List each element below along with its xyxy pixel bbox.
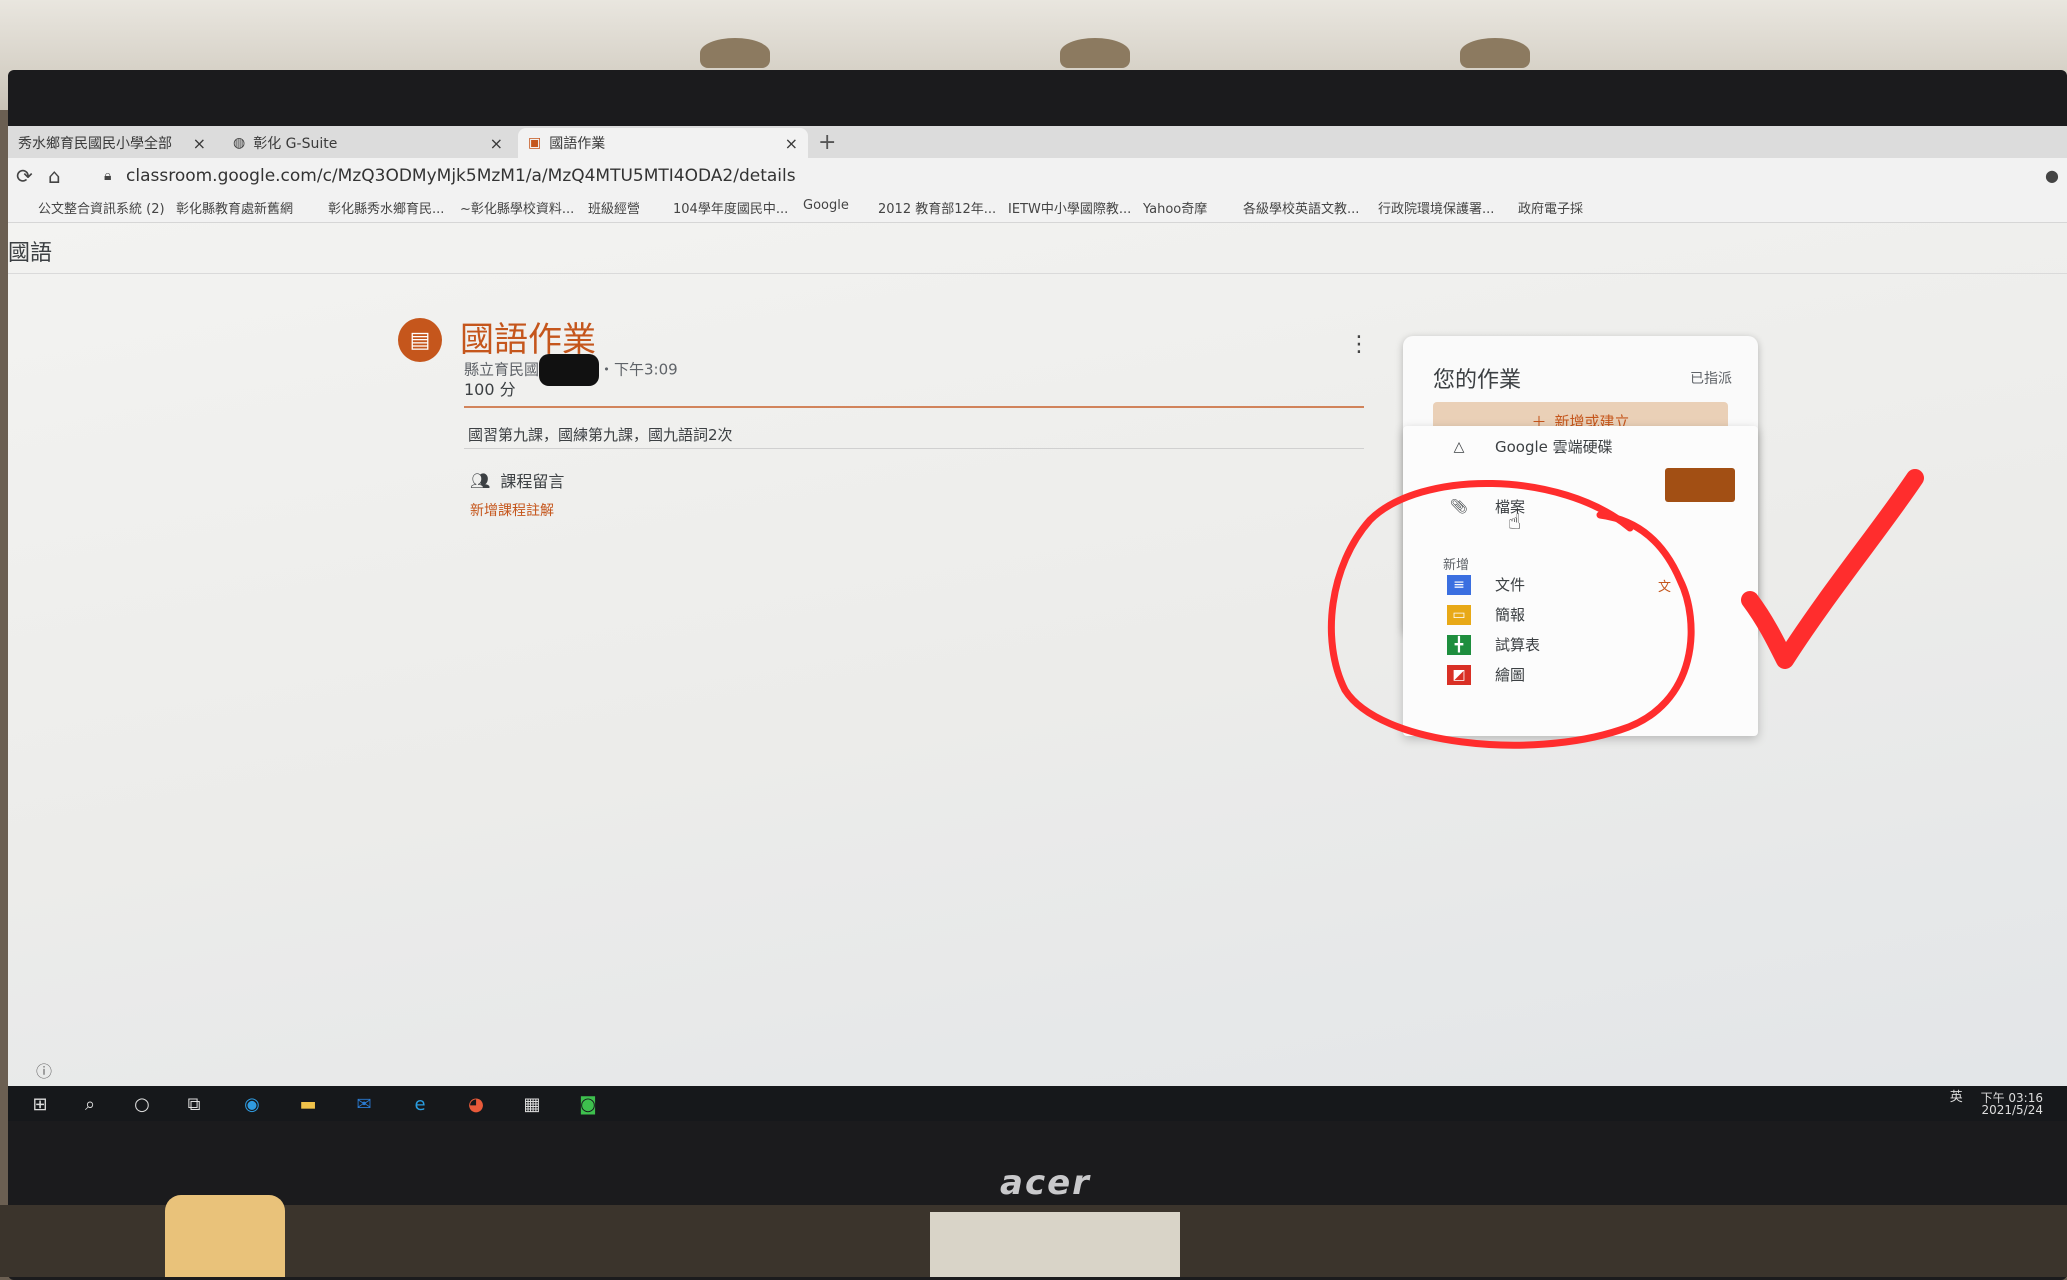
new-tab-button[interactable]: + [818, 130, 836, 155]
tab-label: 國語作業 [549, 136, 606, 152]
lock-icon: 🔒︎ [104, 168, 112, 184]
edge-icon[interactable]: ◉ [240, 1092, 264, 1116]
tab-label: 秀水鄉育民國民小學全部 [18, 136, 172, 152]
ime-indicator[interactable]: 英 [1950, 1090, 1963, 1105]
close-icon[interactable]: × [193, 134, 206, 153]
tab-assignment[interactable]: ▣ 國語作業 × [518, 128, 808, 158]
paper-note [930, 1212, 1180, 1277]
bookmark[interactable]: 彰化縣秀水鄉育民... [328, 198, 444, 217]
cortana-icon[interactable]: ○ [130, 1092, 154, 1116]
menu-item-label: 繪圖 [1495, 666, 1526, 684]
profile-icon[interactable]: ● [2045, 166, 2059, 185]
drawings-icon: ◩ [1447, 664, 1471, 685]
your-work-title: 您的作業 [1433, 368, 1522, 393]
bookmark[interactable]: 班級經營 [588, 198, 640, 217]
mail-icon[interactable]: ✉ [352, 1092, 376, 1116]
menu-item-label: 試算表 [1495, 636, 1541, 654]
class-title[interactable]: 國語 [8, 235, 52, 267]
globe-icon: ◍ [233, 135, 246, 151]
menu-item-label: 簡報 [1495, 606, 1526, 624]
people-icon: 👥︎ [470, 470, 491, 490]
bookmark[interactable]: 行政院環境保護署... [1378, 198, 1494, 217]
assignment-description: 國習第九課，國練第九課，國九語詞2次 [468, 426, 733, 444]
menu-item-label: 文件 [1495, 576, 1526, 594]
add-create-menu: △ Google 雲端硬碟 📎︎ 檔案 新增 文 ≡ 文件 ▭ 簡報 ╋ 試算表… [1403, 426, 1758, 736]
tab-school[interactable]: 秀水鄉育民國民小學全部 × [8, 128, 216, 158]
ceiling-fan [1460, 38, 1530, 68]
bottle [165, 1195, 285, 1277]
tab-label: 彰化 G-Suite [253, 136, 338, 152]
chrome-icon[interactable]: ◕ [464, 1092, 488, 1116]
hand-cursor-icon: ☝︎ [1508, 510, 1522, 535]
menu-item-drawings[interactable]: ◩ 繪圖 [1447, 664, 1525, 685]
search-icon[interactable]: ⌕ [78, 1092, 102, 1116]
bookmark[interactable]: 104學年度國民中... [673, 198, 788, 217]
address-bar: ⟳ ⌂ 🔒︎ classroom.google.com/c/MzQ3ODMyMj… [8, 158, 2067, 192]
ceiling-fan [1060, 38, 1130, 68]
classroom-icon: ▣ [528, 135, 542, 151]
bookmark[interactable]: 政府電子採 [1518, 198, 1583, 217]
menu-section-new: 新增 [1443, 558, 1470, 573]
line-icon[interactable]: ◙ [576, 1092, 600, 1116]
bookmarks-bar: 公文整合資訊系統 (2) 彰化縣教育處新舊網 彰化縣秀水鄉育民... ~彰化縣學… [8, 192, 2067, 223]
comments-label: 課程留言 [500, 472, 565, 491]
screen: 秀水鄉育民國民小學全部 × ◍ 彰化 G-Suite × ▣ 國語作業 × + … [8, 126, 2067, 1121]
drive-icon: △ [1453, 438, 1465, 455]
close-icon[interactable]: × [785, 134, 798, 153]
docs-icon: ≡ [1447, 574, 1471, 595]
menu-item-drive[interactable]: △ Google 雲端硬碟 [1447, 436, 1613, 457]
assignment-time: ・下午3:09 [599, 360, 678, 379]
slides-icon: ▭ [1447, 604, 1471, 625]
ie-icon[interactable]: e [408, 1092, 432, 1116]
tab-gsuite[interactable]: ◍ 彰化 G-Suite × [223, 128, 513, 158]
paperclip-icon: 📎︎ [1450, 498, 1468, 515]
more-options-icon[interactable]: ⋮ [1348, 332, 1370, 357]
bookmark[interactable]: IETW中小學國際教... [1008, 198, 1131, 217]
add-class-comment-link[interactable]: 新增課程註解 [470, 500, 554, 520]
ceiling-fan [700, 38, 770, 68]
home-icon[interactable]: ⌂ [48, 164, 61, 188]
bookmark[interactable]: 2012 教育部12年... [878, 198, 996, 217]
windows-start-icon[interactable]: ⊞ [28, 1092, 52, 1116]
menu-item-sheets[interactable]: ╋ 試算表 [1447, 634, 1540, 655]
monitor-brand: acer [1000, 1163, 1091, 1203]
sheets-icon: ╋ [1447, 634, 1471, 655]
bookmark[interactable]: 公文整合資訊系統 (2) [38, 198, 165, 217]
url-input[interactable]: classroom.google.com/c/MzQ3ODMyMjk5MzM1/… [126, 166, 796, 186]
close-icon[interactable]: × [490, 134, 503, 153]
class-comments: 👥︎ 課程留言 [470, 468, 564, 492]
menu-item-docs[interactable]: ≡ 文件 [1447, 574, 1525, 595]
bookmark[interactable]: Yahoo奇摩 [1143, 198, 1207, 217]
status-badge: 已指派 [1690, 371, 1732, 387]
task-view-icon[interactable]: ⧉ [182, 1092, 206, 1116]
file-explorer-icon[interactable]: ▬ [296, 1092, 320, 1116]
assignment-points: 100 分 [464, 380, 516, 399]
tab-strip: 秀水鄉育民國民小學全部 × ◍ 彰化 G-Suite × ▣ 國語作業 × + [8, 126, 2067, 158]
assignment-icon: ▤ [398, 318, 442, 362]
divider [464, 406, 1364, 408]
menu-item-label: Google 雲端硬碟 [1495, 438, 1613, 456]
bookmark[interactable]: Google [803, 198, 849, 213]
bookmark[interactable]: 彰化縣教育處新舊網 [176, 198, 293, 217]
menu-item-slides[interactable]: ▭ 簡報 [1447, 604, 1525, 625]
system-tray: 英 下午 03:16 2021/5/24 [1950, 1090, 2043, 1117]
bookmark[interactable]: 各級學校英語文教... [1243, 198, 1359, 217]
windows-taskbar: ⊞ ⌕ ○ ⧉ ◉ ▬ ✉ e ◕ ▦ ◙ 英 下午 03:16 2021/5/… [8, 1086, 2067, 1121]
color-patch [1665, 468, 1735, 502]
help-icon[interactable]: ⓘ [36, 1058, 52, 1082]
translate-icon[interactable]: 文 [1658, 576, 1671, 595]
classroom-app-bar: 國語 [8, 223, 2067, 274]
reload-icon[interactable]: ⟳ [16, 164, 33, 188]
bookmark[interactable]: ~彰化縣學校資料... [460, 198, 574, 217]
calculator-icon[interactable]: ▦ [520, 1092, 544, 1116]
divider [464, 448, 1364, 449]
redaction [539, 354, 600, 386]
clock-date[interactable]: 2021/5/24 [1981, 1103, 2043, 1117]
